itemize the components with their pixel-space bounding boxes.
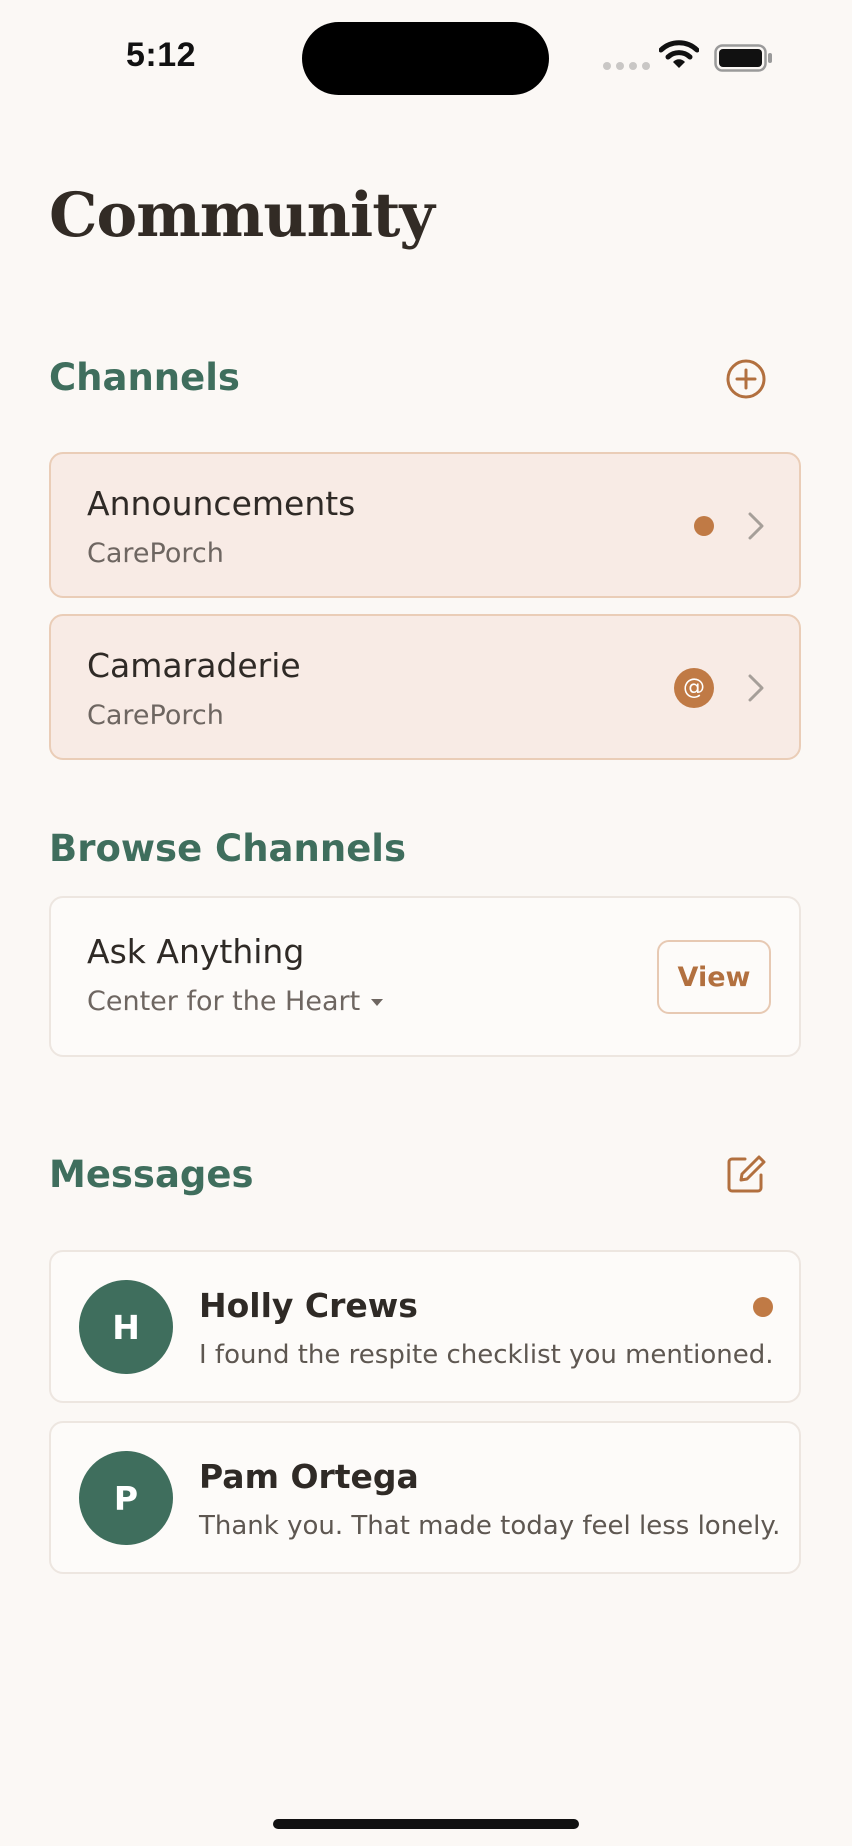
sender-name: Pam Ortega <box>199 1457 419 1496</box>
channels-heading: Channels <box>49 356 240 399</box>
home-indicator[interactable] <box>273 1819 579 1829</box>
message-card-holly-crews[interactable]: H Holly Crews I found the respite checkl… <box>49 1250 801 1403</box>
browse-channels-heading: Browse Channels <box>49 827 406 870</box>
message-preview: I found the respite checklist you mentio… <box>199 1340 774 1370</box>
page-title: Community <box>49 180 435 251</box>
sender-name: Holly Crews <box>199 1286 418 1325</box>
messages-heading: Messages <box>49 1153 254 1196</box>
cellular-signal-icon <box>603 62 650 70</box>
battery-icon <box>714 44 772 72</box>
chevron-right-icon <box>748 512 764 540</box>
channel-name: Ask Anything <box>87 932 305 971</box>
channel-name: Camaraderie <box>87 646 301 685</box>
channel-name: Announcements <box>87 484 356 523</box>
community-screen: 5:12 Community Channels Announcements Ca… <box>0 0 852 1846</box>
mention-badge: @ <box>674 668 714 708</box>
unread-dot <box>753 1297 773 1317</box>
message-preview: Thank you. That made today feel less lon… <box>199 1511 781 1541</box>
view-channel-button[interactable]: View <box>657 940 771 1014</box>
avatar: H <box>79 1280 173 1374</box>
dynamic-island <box>302 22 549 95</box>
browse-card-ask-anything: Ask Anything Center for the Heart View <box>49 896 801 1057</box>
avatar: P <box>79 1451 173 1545</box>
add-channel-button[interactable] <box>725 358 767 400</box>
unread-dot <box>694 516 714 536</box>
compose-message-button[interactable] <box>725 1153 767 1195</box>
channel-card-camaraderie[interactable]: Camaraderie CarePorch @ <box>49 614 801 760</box>
plus-circle-icon <box>726 359 766 399</box>
wifi-icon <box>659 40 699 68</box>
channel-org: CarePorch <box>87 538 224 569</box>
channel-card-announcements[interactable]: Announcements CarePorch <box>49 452 801 598</box>
channel-org: Center for the Heart <box>87 986 361 1017</box>
channel-org: CarePorch <box>87 700 224 731</box>
chevron-right-icon <box>748 674 764 702</box>
caret-down-icon <box>371 999 384 1006</box>
channel-org-selector[interactable]: Center for the Heart <box>87 986 384 1017</box>
compose-icon <box>727 1155 766 1193</box>
status-time: 5:12 <box>126 36 197 74</box>
message-card-pam-ortega[interactable]: P Pam Ortega Thank you. That made today … <box>49 1421 801 1574</box>
